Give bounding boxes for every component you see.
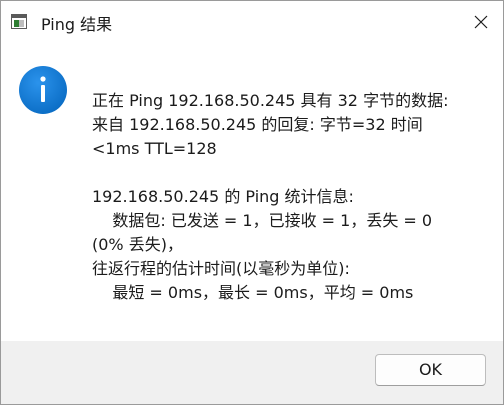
message-line: 192.168.50.245 的 Ping 统计信息: — [92, 187, 354, 206]
close-icon — [474, 15, 488, 29]
ping-message: 正在 Ping 192.168.50.245 具有 32 字节的数据: 来自 1… — [92, 89, 492, 305]
ping-result-dialog: Ping 结果 正在 Ping 192.168.50.245 具有 32 字节的… — [0, 0, 504, 405]
message-line: 往返行程的估计时间(以毫秒为单位): — [92, 259, 350, 278]
ok-button[interactable]: OK — [375, 354, 486, 386]
message-line — [92, 161, 492, 185]
console-window-icon — [11, 14, 27, 29]
message-line: 正在 Ping 192.168.50.245 具有 32 字节的数据: — [92, 91, 449, 110]
close-button[interactable] — [463, 5, 499, 39]
message-line: 最短 = 0ms，最长 = 0ms，平均 = 0ms — [92, 283, 414, 302]
message-line: <1ms TTL=128 — [92, 139, 217, 158]
message-line: 来自 192.168.50.245 的回复: 字节=32 时间 — [92, 115, 423, 134]
title-bar[interactable]: Ping 结果 — [1, 1, 503, 45]
window-title: Ping 结果 — [41, 15, 113, 34]
dialog-footer: OK — [1, 341, 503, 404]
info-icon — [19, 66, 67, 114]
message-line: 数据包: 已发送 = 1，已接收 = 1，丢失 = 0 — [92, 211, 433, 230]
message-line: (0% 丢失)， — [92, 235, 183, 254]
